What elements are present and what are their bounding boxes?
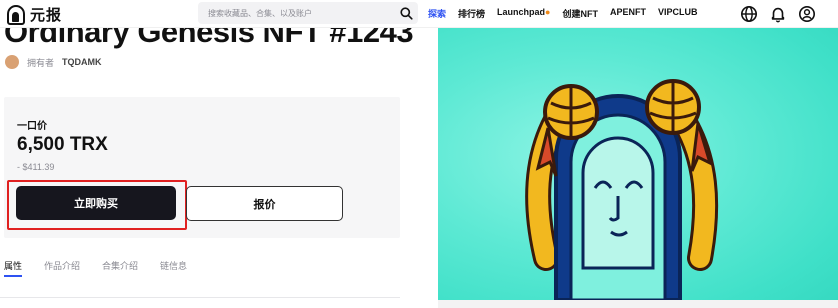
avatar[interactable] xyxy=(5,55,19,69)
tab-properties[interactable]: 属性 xyxy=(4,259,22,272)
owner-name[interactable]: TQDAMK xyxy=(62,57,102,67)
tab-description[interactable]: 作品介绍 xyxy=(44,259,80,272)
user-circle-icon[interactable] xyxy=(797,4,816,23)
make-offer-button[interactable]: 报价 xyxy=(186,186,343,221)
menu-launchpad[interactable]: Launchpad● xyxy=(497,7,550,20)
bell-icon[interactable] xyxy=(768,4,787,23)
globe-icon[interactable] xyxy=(739,4,758,23)
active-tab-indicator xyxy=(4,275,22,277)
tab-collection[interactable]: 合集介绍 xyxy=(102,259,138,272)
price-usd: - $411.39 xyxy=(17,162,55,172)
main-menu: 探索 排行榜 Launchpad● 创建NFT APENFT VIPCLUB xyxy=(428,7,698,20)
menu-vipclub[interactable]: VIPCLUB xyxy=(658,7,698,20)
logo-text: 元报 xyxy=(30,7,63,24)
nav-icons xyxy=(739,4,816,23)
price-value: 6,500 TRX xyxy=(17,134,108,155)
detail-tabs: 属性 作品介绍 合集介绍 链信息 xyxy=(4,259,187,272)
divider xyxy=(0,297,400,298)
price-card: 一口价 6,500 TRX - $411.39 立即购买 报价 xyxy=(4,97,400,238)
artwork-bottom-edge xyxy=(438,300,838,308)
logo-icon xyxy=(7,4,25,25)
search-bar[interactable]: 搜索收藏品、合集、以及账户 xyxy=(198,2,418,24)
owner-row: 拥有者 TQDAMK xyxy=(5,55,102,69)
menu-rankings[interactable]: 排行榜 xyxy=(458,7,485,20)
nft-artwork[interactable] xyxy=(438,28,838,308)
fire-icon: ● xyxy=(545,7,551,17)
buy-now-button[interactable]: 立即购买 xyxy=(16,186,176,220)
nft-artwork-illustration xyxy=(525,79,719,302)
top-nav: 元报 搜索收藏品、合集、以及账户 探索 排行榜 Launchpad● 创建NFT… xyxy=(0,0,838,28)
price-label: 一口价 xyxy=(17,121,47,132)
menu-apenft[interactable]: APENFT xyxy=(610,7,646,20)
menu-explore[interactable]: 探索 xyxy=(428,7,446,20)
owner-label: 拥有者 xyxy=(27,57,55,68)
menu-create-nft[interactable]: 创建NFT xyxy=(562,7,598,20)
launchpad-label: Launchpad xyxy=(497,7,546,17)
logo[interactable]: 元报 xyxy=(7,4,62,25)
search-icon[interactable] xyxy=(396,3,416,23)
tab-chain-info[interactable]: 链信息 xyxy=(160,259,187,272)
search-input[interactable]: 搜索收藏品、合集、以及账户 xyxy=(208,8,396,19)
